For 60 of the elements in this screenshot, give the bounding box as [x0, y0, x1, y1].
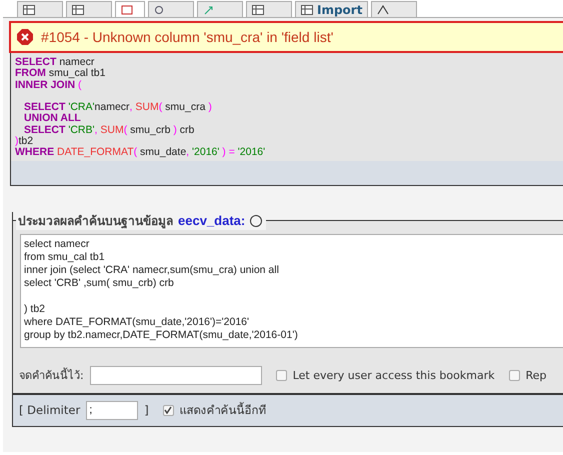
tab[interactable]: Import [295, 1, 368, 17]
sql-token: WHERE [15, 147, 54, 159]
sql-token: SELECT [24, 102, 66, 114]
sql-token: '2016' [192, 147, 220, 159]
checkbox[interactable] [276, 370, 287, 381]
sql-token: 'CRB' [67, 124, 95, 136]
sql-token: , [130, 102, 134, 114]
sql-token: namecr [94, 102, 130, 114]
sql-token: ) [173, 124, 178, 136]
sql-textarea[interactable]: select namecr from smu_cal tb1 inner join (select 'CRA' namecr,sum(smu_cra) union all select 'CRB' ,sum( smu_crb) crb ) tb2 where DATE_FORMAT(smu_date,'2016')='2016' group by tb2.namecr,DATE_FORMAT(smu_date,'2016-01') [20, 234, 563, 348]
checkbox-label: Rep [526, 368, 546, 382]
checkbox[interactable] [508, 370, 520, 381]
sql-token: ) [15, 136, 18, 148]
table-icon [23, 4, 35, 14]
tab[interactable] [148, 1, 194, 17]
error-text: #1054 - Unknown column 'smu_cra' in 'field list' [41, 29, 334, 45]
tab[interactable] [115, 1, 145, 17]
table-icon [252, 4, 264, 14]
sql-token: tb2 [18, 136, 34, 148]
bracket-text: ] [144, 403, 149, 418]
sql-token: FROM [15, 68, 46, 80]
sql-token: INNER JOIN [15, 80, 76, 91]
sql-token: smu_crb [130, 124, 172, 136]
fieldset-legend: ประมวลผลคำค้นบนฐานข้อมูล [18, 212, 173, 230]
table-icon [301, 4, 313, 14]
sql-token: namecr [58, 57, 94, 68]
checkbox-label: Let every user access this bookmark [292, 368, 495, 382]
sql-token: crb [180, 124, 194, 136]
sql-token: smu_cra [165, 102, 206, 114]
checkbox[interactable] [162, 404, 174, 416]
sql-token: smu_cal tb1 [48, 68, 106, 80]
tab[interactable] [371, 1, 418, 17]
sql-token: , [94, 124, 98, 136]
sql-token: ( [134, 147, 138, 159]
tab[interactable] [66, 1, 112, 17]
sql-token: ( [77, 80, 82, 91]
delimiter-label: [ Delimiter [19, 403, 80, 418]
sql-token: SUM [135, 102, 159, 114]
bookmark-input[interactable] [90, 366, 262, 385]
sql-token: 'CRA' [67, 102, 95, 114]
tab[interactable] [17, 1, 63, 17]
sql-token: , [186, 147, 190, 159]
checkbox-label: แสดงคำค้นนี้อีกที [180, 401, 267, 420]
sql-token: '2016' [238, 147, 266, 159]
sql-token: ) [208, 102, 212, 114]
sql-token: SUM [100, 124, 124, 136]
tab[interactable] [246, 1, 292, 17]
sql-token: SELECT [24, 124, 66, 136]
sql-token: UNION ALL [24, 113, 81, 125]
error-icon [17, 29, 33, 45]
sql-token: ( [158, 102, 164, 114]
bookmark-label: จดคำค้นนี้ไว้: [19, 366, 84, 384]
sql-token: DATE_FORMAT [56, 147, 134, 159]
table-icon [72, 4, 84, 14]
sql-token: SELECT [15, 57, 56, 68]
sql-token: smu_date [140, 147, 186, 159]
database-name: eecv_data: [178, 212, 246, 230]
sql-token: ( [124, 124, 128, 136]
delimiter-input[interactable]: ; [86, 400, 138, 420]
sql-token: ) = [221, 147, 236, 159]
